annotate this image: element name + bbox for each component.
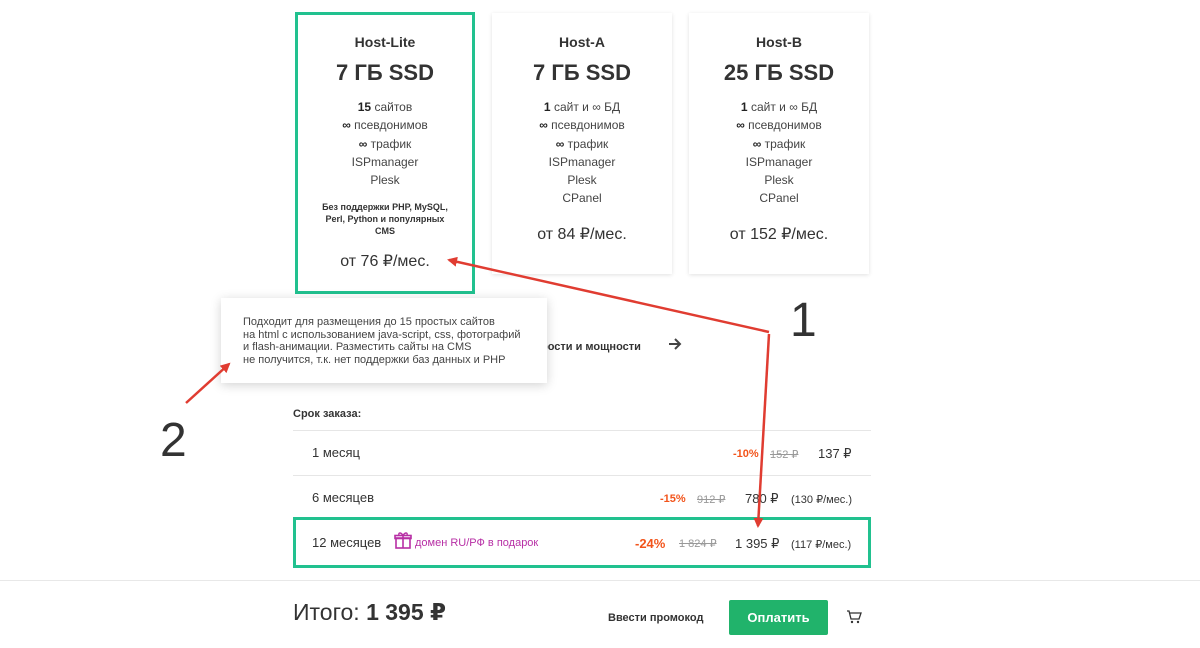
old-price: 152 ₽ xyxy=(770,449,799,461)
plan-card-host-b[interactable]: Host-B 25 ГБ SSD 1 сайт и ∞ БД ∞ псевдон… xyxy=(689,13,869,274)
promo-code-link[interactable]: Ввести промокод xyxy=(608,612,703,624)
plan-price: от 152 ₽/мес. xyxy=(729,225,829,243)
arrow-right-icon[interactable] xyxy=(668,337,682,356)
new-price: 1 395 ₽ xyxy=(735,536,780,551)
gift-promo-text: домен RU/РФ в подарок xyxy=(415,537,539,549)
term-row-12-months[interactable]: 12 месяцев домен RU/РФ в подарок -24% 1 … xyxy=(293,517,871,568)
infinity-icon: ∞ xyxy=(539,118,548,133)
plan-traffic: ∞ трафик xyxy=(555,136,609,151)
tooltip-line: и flash-анимации. Разместить сайты на CM… xyxy=(243,341,472,353)
infinity-icon: ∞ xyxy=(736,118,745,133)
plan-features: 15 сайтов ∞ псевдонимов ∞ трафик ISPmana… xyxy=(298,98,472,189)
plan-traffic: ∞ трафик xyxy=(752,136,806,151)
discount-badge: -24% xyxy=(635,536,666,551)
plan-price: от 76 ₽/мес. xyxy=(340,253,430,271)
annotation-number-2: 2 xyxy=(160,414,187,467)
total-value: 1 395 ₽ xyxy=(366,599,447,625)
plan-features: 1 сайт и ∞ БД ∞ псевдонимов ∞ трафик ISP… xyxy=(689,98,869,208)
plan-aliases: ∞ псевдонимов xyxy=(539,118,625,133)
plan-panel: Plesk xyxy=(370,173,400,188)
discount-badge: -10% xyxy=(733,448,759,460)
plan-aliases: ∞ псевдонимов xyxy=(342,118,428,133)
infinity-icon: ∞ xyxy=(555,136,565,151)
pay-button[interactable]: Оплатить xyxy=(729,600,828,635)
plan-panel: ISPmanager xyxy=(351,154,419,169)
discount-badge: -15% xyxy=(660,493,686,505)
new-price: 137 ₽ xyxy=(818,446,852,461)
order-total: Итого: 1 395 ₽ xyxy=(293,599,446,626)
plan-note: Без поддержки PHP, MySQL, Perl, Python и… xyxy=(322,202,448,237)
plan-panel: ISPmanager xyxy=(745,154,813,169)
total-label: Итого: xyxy=(293,599,360,625)
plan-panel: CPanel xyxy=(562,191,602,206)
plan-disk: 25 ГБ SSD xyxy=(723,60,835,85)
plan-tooltip: Подходит для размещения до 15 простых са… xyxy=(221,298,547,383)
term-label: 6 месяцев xyxy=(312,490,374,505)
plan-disk: 7 ГБ SSD xyxy=(336,60,434,85)
term-label: 1 месяц xyxy=(312,445,360,460)
annotation-number-1: 1 xyxy=(790,294,817,347)
order-term-title: Срок заказа: xyxy=(293,408,362,420)
tooltip-line: на html с использованием java-script, cs… xyxy=(243,328,521,341)
plan-card-host-a[interactable]: Host-A 7 ГБ SSD 1 сайт и ∞ БД ∞ псевдони… xyxy=(492,13,672,274)
per-month-price: (130 ₽/мес.) xyxy=(791,494,853,506)
plan-panel: CPanel xyxy=(759,191,799,206)
gift-icon xyxy=(394,531,412,549)
term-row-6-months[interactable]: 6 месяцев -15% 912 ₽ 780 ₽ (130 ₽/мес.) xyxy=(293,475,871,520)
tooltip-line: не получится, т.к. нет поддержки баз дан… xyxy=(243,353,506,366)
old-price: 912 ₽ xyxy=(697,494,726,506)
plan-name: Host-B xyxy=(756,34,802,50)
old-price: 1 824 ₽ xyxy=(679,538,717,550)
plan-panel: ISPmanager xyxy=(548,154,616,169)
per-month-price: (117 ₽/мес.) xyxy=(791,539,852,551)
infinity-icon: ∞ xyxy=(342,118,351,133)
plan-disk: 7 ГБ SSD xyxy=(533,60,631,85)
cart-icon[interactable] xyxy=(846,610,862,624)
term-row-1-month[interactable]: 1 месяц -10% 152 ₽ 137 ₽ xyxy=(293,430,871,475)
plan-panel: Plesk xyxy=(567,173,597,188)
footer-divider xyxy=(0,580,1200,581)
plan-sites: 1 сайт и ∞ БД xyxy=(543,100,621,114)
tooltip-line: Подходит для размещения до 15 простых са… xyxy=(243,316,495,328)
plan-name: Host-A xyxy=(559,34,605,50)
new-price: 780 ₽ xyxy=(745,491,779,506)
infinity-icon: ∞ xyxy=(752,136,762,151)
infinity-icon: ∞ xyxy=(358,136,368,151)
plan-sites: 15 сайтов xyxy=(357,100,413,114)
plan-features: 1 сайт и ∞ БД ∞ псевдонимов ∞ трафик ISP… xyxy=(492,98,672,208)
plan-name: Host-Lite xyxy=(354,34,416,50)
plan-card-host-lite[interactable]: Host-Lite 7 ГБ SSD 15 сайтов ∞ псевдоним… xyxy=(295,12,475,294)
term-label: 12 месяцев xyxy=(312,535,382,550)
plan-traffic: ∞ трафик xyxy=(358,136,412,151)
plan-price: от 84 ₽/мес. xyxy=(537,225,627,243)
plan-aliases: ∞ псевдонимов xyxy=(736,118,822,133)
compare-plans-link[interactable]: рости и мощности xyxy=(541,341,641,353)
plan-panel: Plesk xyxy=(764,173,794,188)
plan-sites: 1 сайт и ∞ БД xyxy=(740,100,818,114)
